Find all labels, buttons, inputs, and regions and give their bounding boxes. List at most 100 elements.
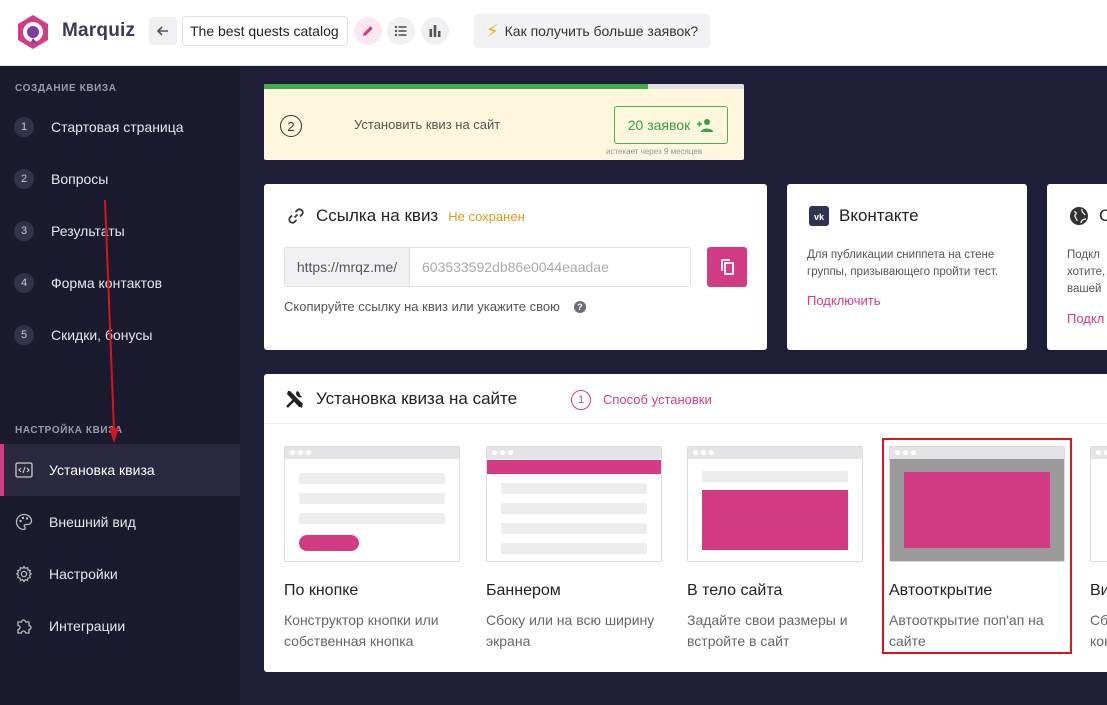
lightning-icon: ⚡ xyxy=(486,20,499,41)
sidebar-item-label: Внешний вид xyxy=(49,514,136,530)
option-description: Сб кон xyxy=(1090,610,1107,652)
copy-link-button[interactable] xyxy=(707,247,747,287)
quiz-url-input[interactable] xyxy=(410,248,690,286)
code-icon xyxy=(14,460,34,480)
notice-progress-bar xyxy=(264,84,744,89)
notice-step-number: 2 xyxy=(280,115,302,137)
svg-text:vk: vk xyxy=(814,212,825,222)
quiz-url-group: https://mrqz.me/ xyxy=(284,247,691,287)
top-bar: Marquiz The best quests catalog ⚡ Как по… xyxy=(0,0,1107,66)
install-step-label: Способ установки xyxy=(603,392,712,407)
step-number: 5 xyxy=(14,325,34,345)
sidebar: СОЗДАНИЕ КВИЗА 1 Стартовая страница 2 Во… xyxy=(0,66,240,705)
install-title-text: Установка квиза на сайте xyxy=(316,389,518,408)
notice-progress-fill xyxy=(264,84,648,89)
sidebar-item-discounts[interactable]: 5 Скидки, бонусы xyxy=(0,309,240,361)
option-description: Конструктор кнопки или собственная кнопк… xyxy=(284,610,460,652)
puzzle-icon xyxy=(14,616,34,636)
edit-title-button[interactable] xyxy=(354,17,382,45)
sidebar-item-appearance[interactable]: Внешний вид xyxy=(0,496,240,548)
option-preview-banner xyxy=(486,446,662,562)
website-card: С Подкл хотите, вашей Подкл xyxy=(1047,184,1107,350)
sidebar-item-label: Вопросы xyxy=(51,171,109,187)
marquiz-logo-icon[interactable] xyxy=(14,13,52,51)
install-option-widget[interactable]: Ви Сб кон xyxy=(1090,446,1107,652)
bar-chart-icon xyxy=(429,25,441,37)
vk-connect-link[interactable]: Подключить xyxy=(807,293,881,308)
install-step-number: 1 xyxy=(571,390,591,410)
sidebar-item-label: Интеграции xyxy=(49,618,126,634)
url-hint-text: Скопируйте ссылку на квиз или укажите св… xyxy=(284,299,560,314)
install-notice-banner: 2 Установить квиз на сайт 20 заявок исте… xyxy=(264,84,744,160)
option-description-line: встройте в сайт xyxy=(687,633,790,649)
install-option-banner[interactable]: Баннером Сбоку или на всю ширину экрана xyxy=(486,446,662,652)
notice-text: Установить квиз на сайт xyxy=(354,117,501,132)
leads-expiry-note: истекает через 9 месяцев xyxy=(606,147,703,156)
unsaved-status: Не сохранен xyxy=(448,208,525,224)
sidebar-item-questions[interactable]: 2 Вопросы xyxy=(0,153,240,205)
step-number: 2 xyxy=(14,169,34,189)
sidebar-item-label: Скидки, бонусы xyxy=(51,327,153,343)
option-description-line: собственная кнопка xyxy=(284,633,414,649)
sidebar-item-results[interactable]: 3 Результаты xyxy=(0,205,240,257)
url-prefix: https://mrqz.me/ xyxy=(285,248,410,286)
palette-icon xyxy=(14,512,34,532)
install-option-embed[interactable]: В тело сайта Задайте свои размеры и встр… xyxy=(687,446,863,652)
gear-icon xyxy=(14,564,34,584)
install-methods-card: Установка квиза на сайте 1 Способ устано… xyxy=(264,374,1107,672)
vk-title: vk Вконтакте xyxy=(809,206,919,226)
quiz-title-field[interactable]: The best quests catalog xyxy=(182,16,348,46)
url-hint: Скопируйте ссылку на квиз или укажите св… xyxy=(284,299,586,314)
vk-card: vk Вконтакте Для публикации сниппета на … xyxy=(787,184,1027,350)
install-option-button[interactable]: По кнопке Конструктор кнопки или собстве… xyxy=(284,446,460,652)
install-title: Установка квиза на сайте xyxy=(284,388,517,410)
sidebar-item-label: Форма контактов xyxy=(51,275,163,291)
step-number: 1 xyxy=(14,117,34,137)
back-button[interactable] xyxy=(149,17,177,45)
sidebar-item-contact-form[interactable]: 4 Форма контактов xyxy=(0,257,240,309)
leads-button[interactable]: 20 заявок xyxy=(614,106,728,144)
add-user-icon xyxy=(697,119,714,132)
arrow-left-icon xyxy=(156,26,168,36)
website-description-line: вашей xyxy=(1067,283,1102,295)
sidebar-section-settings: НАСТРОЙКА КВИЗА xyxy=(15,425,123,436)
sidebar-section-create: СОЗДАНИЕ КВИЗА xyxy=(15,83,117,94)
sidebar-item-install[interactable]: Установка квиза xyxy=(0,444,240,496)
help-link-label: Как получить больше заявок? xyxy=(504,23,699,39)
website-description-line: Подкл xyxy=(1067,249,1100,261)
option-title: По кнопке xyxy=(284,582,359,599)
sidebar-item-label: Настройки xyxy=(49,566,118,582)
list-icon xyxy=(394,25,407,37)
option-description-line: Конструктор кнопки или xyxy=(284,612,439,628)
questions-list-button[interactable] xyxy=(387,17,415,45)
website-connect-link[interactable]: Подкл xyxy=(1067,311,1104,326)
sidebar-item-settings[interactable]: Настройки xyxy=(0,548,240,600)
copy-icon xyxy=(721,259,734,275)
statistics-button[interactable] xyxy=(421,17,449,45)
option-preview-embed xyxy=(687,446,863,562)
option-description-line: Сбоку или на всю ширину xyxy=(486,612,655,628)
website-title-text: С xyxy=(1099,206,1107,225)
install-methods-header: Установка квиза на сайте 1 Способ устано… xyxy=(264,374,1107,424)
option-title: Ви xyxy=(1090,582,1107,599)
option-preview-widget xyxy=(1090,446,1107,562)
sidebar-item-label: Установка квиза xyxy=(49,462,155,478)
main-content: 2 Установить квиз на сайт 20 заявок исте… xyxy=(240,66,1107,705)
sidebar-item-start-page[interactable]: 1 Стартовая страница xyxy=(0,101,240,153)
brand-name: Marquiz xyxy=(62,20,136,41)
website-title: С xyxy=(1069,206,1107,226)
get-more-leads-button[interactable]: ⚡ Как получить больше заявок? xyxy=(474,14,711,48)
sidebar-item-integrations[interactable]: Интеграции xyxy=(0,600,240,652)
option-preview-button xyxy=(284,446,460,562)
vk-description-line: группы, призывающего пройти тест. xyxy=(807,266,998,278)
vk-title-text: Вконтакте xyxy=(839,206,919,225)
vk-icon: vk xyxy=(809,206,829,226)
quiz-link-card: Ссылка на квиз Не сохранен https://mrqz.… xyxy=(264,184,767,350)
option-description-line: кон xyxy=(1090,633,1107,649)
link-icon xyxy=(288,208,304,224)
question-icon[interactable]: ? xyxy=(573,300,586,313)
step-number: 4 xyxy=(14,273,34,293)
option-description-line: Задайте свои размеры и xyxy=(687,612,848,628)
sidebar-item-label: Стартовая страница xyxy=(51,119,184,135)
autoopen-highlight-box xyxy=(882,438,1072,654)
